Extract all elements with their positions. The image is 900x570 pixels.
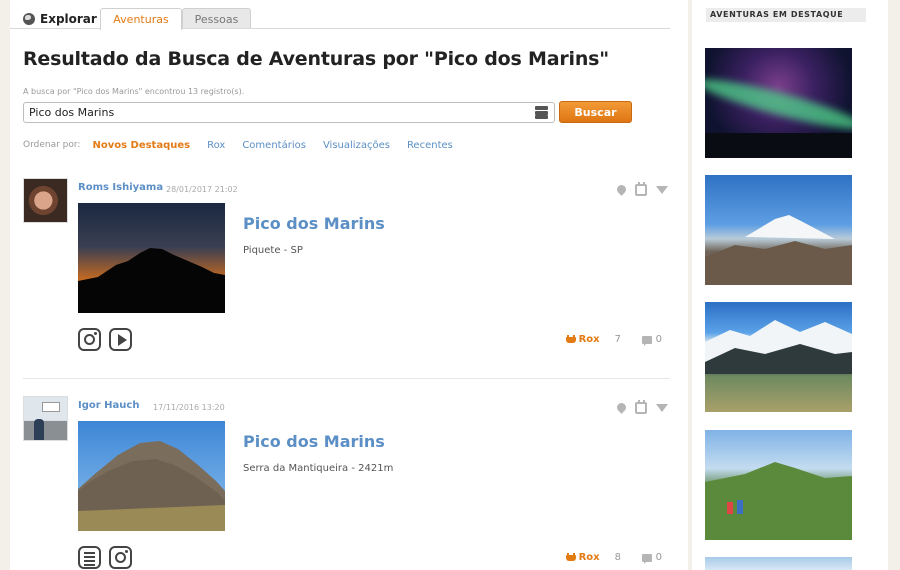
rox-count: 7: [614, 334, 621, 345]
post-date: 28/01/2017 21:02: [166, 185, 238, 194]
featured-adventure-image[interactable]: [705, 557, 852, 570]
feature-icons: [78, 328, 132, 351]
mountain-silhouette: [78, 248, 225, 313]
snowy-range: [705, 320, 852, 374]
rox-count: 8: [614, 552, 621, 563]
sort-label: Ordenar por:: [23, 140, 81, 150]
author-avatar[interactable]: [23, 396, 68, 441]
sidebar-title: AVENTURAS EM DESTAQUE: [706, 8, 866, 22]
snowy-volcano: [705, 215, 852, 285]
search-button[interactable]: Buscar: [559, 101, 632, 123]
author-name[interactable]: Igor Hauch: [78, 400, 139, 411]
feature-icons: [78, 546, 132, 569]
comment-count: 0: [655, 334, 662, 345]
globe-icon: [23, 13, 35, 25]
main-content: Explorar Aventuras Pessoas Resultado da …: [10, 0, 688, 570]
adventure-thumbnail[interactable]: [78, 421, 225, 531]
tab-pessoas[interactable]: Pessoas: [182, 8, 251, 29]
adventure-thumbnail[interactable]: [78, 203, 225, 313]
featured-adventure-image[interactable]: [705, 430, 852, 540]
sort-comentarios[interactable]: Comentários: [242, 140, 306, 151]
featured-adventure-image[interactable]: [705, 302, 852, 412]
rox-hand-icon: [565, 553, 576, 562]
sort-novos-destaques[interactable]: Novos Destaques: [92, 140, 190, 151]
layers-icon[interactable]: [535, 106, 548, 119]
video-play-icon[interactable]: [109, 328, 132, 351]
item-actions: [617, 400, 668, 414]
comment-icon[interactable]: [641, 335, 652, 346]
adventure-title[interactable]: Pico dos Marins: [243, 432, 385, 451]
result-item: Igor Hauch 17/11/2016 13:20 Pico dos Mar…: [23, 396, 670, 570]
comment-icon[interactable]: [641, 553, 652, 564]
item-actions: [617, 182, 668, 196]
page-title: Resultado da Busca de Aventuras por "Pic…: [23, 48, 609, 70]
comment-count: 0: [655, 552, 662, 563]
explore-label: Explorar: [40, 12, 97, 26]
explore-link[interactable]: Explorar: [23, 10, 97, 28]
rox-hand-icon: [565, 335, 576, 344]
calendar-icon[interactable]: [635, 400, 647, 414]
rox-button[interactable]: Rox: [565, 552, 600, 563]
sort-recentes[interactable]: Recentes: [407, 140, 453, 151]
sort-rox[interactable]: Rox: [207, 140, 225, 151]
map-pin-icon[interactable]: [617, 185, 626, 196]
featured-adventure-image[interactable]: [705, 175, 852, 285]
result-divider: [23, 378, 670, 379]
rocky-peak: [78, 441, 225, 531]
sort-visualizacoes[interactable]: Visualizações: [323, 140, 390, 151]
itinerary-list-icon[interactable]: [78, 546, 101, 569]
adventure-location: Piquete - SP: [243, 245, 303, 256]
chevron-down-icon[interactable]: [656, 404, 668, 412]
post-date: 17/11/2016 13:20: [153, 403, 225, 412]
top-nav: Explorar Aventuras Pessoas: [10, 0, 670, 30]
search-input[interactable]: [29, 104, 519, 121]
green-hill: [705, 462, 852, 540]
tab-aventuras[interactable]: Aventuras: [100, 8, 182, 30]
rox-label: Rox: [578, 552, 600, 563]
adventure-title[interactable]: Pico dos Marins: [243, 214, 385, 233]
sidebar: AVENTURAS EM DESTAQUE: [692, 0, 888, 570]
search-box: [23, 102, 555, 123]
rox-label: Rox: [578, 334, 600, 345]
result-item: Roms Ishiyama 28/01/2017 21:02 Pico dos …: [23, 178, 670, 374]
author-avatar[interactable]: [23, 178, 68, 223]
author-name[interactable]: Roms Ishiyama: [78, 182, 163, 193]
rox-button[interactable]: Rox: [565, 334, 600, 345]
sort-bar: Ordenar por: Novos Destaques Rox Comentá…: [23, 138, 470, 152]
result-count-text: A busca por "Pico dos Marins" encontrou …: [23, 87, 245, 96]
map-pin-icon[interactable]: [617, 403, 626, 414]
calendar-icon[interactable]: [635, 182, 647, 196]
item-stats: Rox 8 0: [565, 552, 662, 564]
instagram-icon[interactable]: [78, 328, 101, 351]
chevron-down-icon[interactable]: [656, 186, 668, 194]
featured-adventure-image[interactable]: [705, 48, 852, 158]
adventure-location: Serra da Mantiqueira - 2421m: [243, 463, 394, 474]
item-stats: Rox 7 0: [565, 334, 662, 346]
instagram-icon[interactable]: [109, 546, 132, 569]
